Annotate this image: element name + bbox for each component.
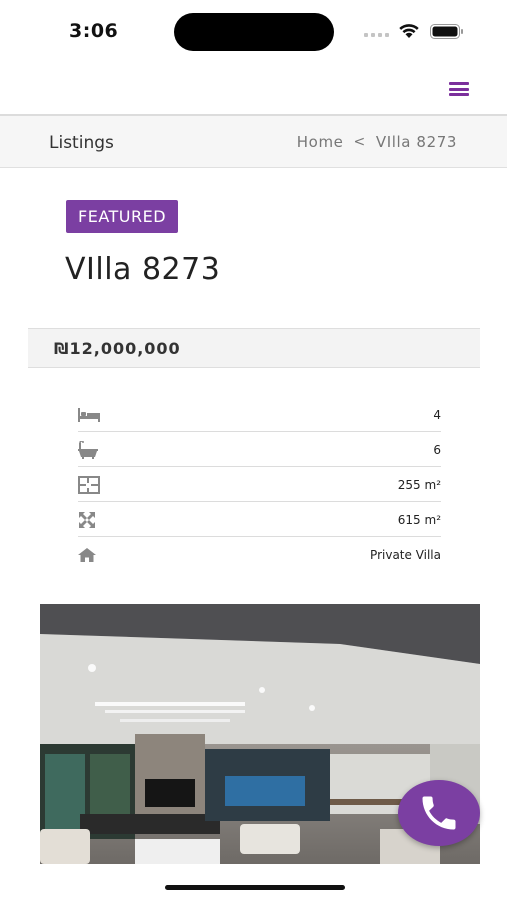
wifi-icon [399, 24, 419, 38]
status-time: 3:06 [69, 20, 119, 42]
dynamic-island [174, 13, 334, 51]
detail-value: 615 m² [397, 512, 441, 527]
breadcrumb-bar: Listings Home < VIlla 8273 [0, 114, 507, 168]
breadcrumb: Home < VIlla 8273 [297, 133, 457, 151]
detail-value: Private Villa [370, 548, 441, 562]
detail-value: 4 [433, 407, 441, 422]
hamburger-icon[interactable] [449, 82, 469, 96]
listing-title: VIlla 8273 [65, 252, 221, 287]
breadcrumb-separator: < [353, 134, 366, 150]
detail-row-bedrooms: 4 [78, 398, 441, 432]
detail-row-lot-area: 615 m² [78, 503, 441, 537]
home-indicator [165, 885, 345, 890]
detail-row-property-type: Private Villa [78, 538, 441, 572]
bath-icon [78, 440, 102, 460]
app-header [0, 62, 507, 114]
battery-icon [430, 24, 463, 39]
listing-price: ₪12,000,000 [54, 339, 181, 358]
detail-value: 255 m² [397, 477, 441, 492]
expand-arrows-icon [78, 510, 102, 530]
detail-row-bathrooms: 6 [78, 433, 441, 467]
call-button[interactable] [398, 780, 480, 846]
price-bar: ₪12,000,000 [28, 328, 480, 368]
listing-details: 4 6 255 m² 615 m² Private Villa [28, 368, 480, 604]
breadcrumb-home-link[interactable]: Home [297, 133, 344, 151]
featured-badge: FEATURED [66, 200, 179, 233]
detail-row-built-area: 255 m² [78, 468, 441, 502]
signal-icon [364, 33, 389, 37]
breadcrumb-current: VIlla 8273 [375, 133, 457, 151]
detail-value: 6 [433, 442, 441, 457]
listing-header-card: FEATURED VIlla 8273 [28, 184, 480, 326]
floor-plan-icon [78, 475, 102, 495]
status-bar: 3:06 [0, 0, 507, 62]
home-icon [78, 545, 102, 565]
page-section-title: Listings [49, 133, 114, 153]
phone-icon [422, 796, 456, 830]
bed-icon [78, 405, 102, 425]
